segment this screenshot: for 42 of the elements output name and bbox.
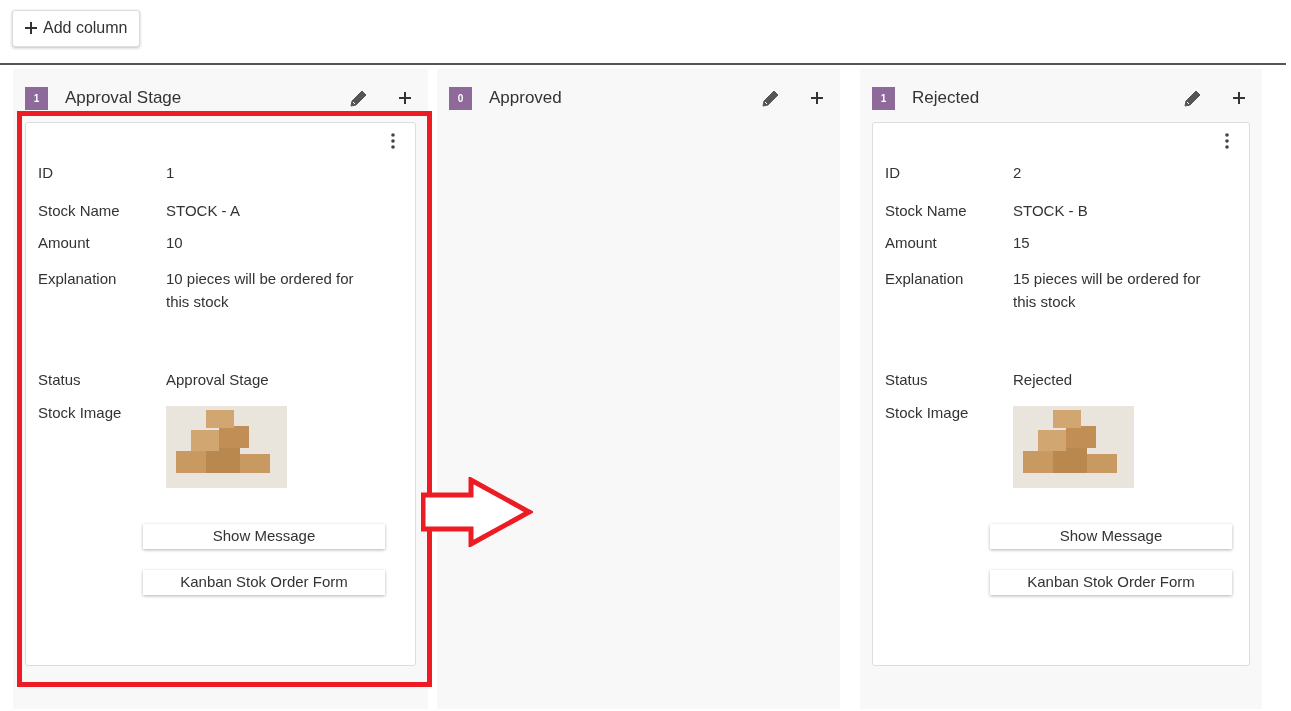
field-value: 10 pieces will be ordered for this stock: [166, 269, 355, 312]
field-label: ID: [38, 163, 54, 183]
plus-icon: [399, 92, 411, 104]
field-label: Amount: [38, 233, 91, 253]
add-column-button[interactable]: Add column: [12, 10, 140, 47]
column-title: Rejected: [912, 87, 981, 110]
pencil-icon: [1184, 89, 1202, 107]
field-value: Rejected: [1013, 370, 1074, 390]
field-value: STOCK - A: [166, 201, 241, 221]
field-label: Explanation: [885, 269, 965, 289]
pencil-icon: [350, 89, 368, 107]
field-value: 1: [166, 163, 176, 183]
count-badge: 1: [872, 86, 895, 110]
action-button[interactable]: Kanban Stok Order Form: [143, 570, 385, 595]
field-label: Amount: [885, 233, 938, 253]
field-label: Explanation: [38, 269, 118, 289]
pencil-icon: [762, 89, 780, 107]
count-badge: 1: [25, 86, 48, 110]
action-button[interactable]: Show Message: [143, 524, 385, 549]
field-label: Stock Image: [38, 403, 123, 423]
field-label: Stock Name: [885, 201, 968, 221]
field-value: 15: [1013, 233, 1031, 253]
plus-icon: [1233, 92, 1245, 104]
field-value: 15 pieces will be ordered for this stock: [1013, 269, 1202, 312]
plus-icon: [811, 92, 823, 104]
vertical-dots-icon: [1225, 133, 1229, 150]
plus-icon: [25, 22, 37, 34]
vertical-dots-icon: [391, 133, 395, 150]
field-label: Stock Image: [885, 403, 970, 423]
field-value: 2: [1013, 163, 1023, 183]
field-label: Status: [885, 370, 929, 390]
field-value: STOCK - B: [1013, 201, 1089, 221]
action-button[interactable]: Show Message: [990, 524, 1232, 549]
field-label: ID: [885, 163, 901, 183]
count-badge: 0: [449, 86, 472, 110]
field-label: Status: [38, 370, 82, 390]
column-title: Approval Stage: [65, 87, 183, 110]
column-title: Approved: [489, 87, 563, 110]
action-button[interactable]: Kanban Stok Order Form: [990, 570, 1232, 595]
field-value: Approval Stage: [166, 370, 270, 390]
field-value: 10: [166, 233, 184, 253]
field-label: Stock Name: [38, 201, 121, 221]
